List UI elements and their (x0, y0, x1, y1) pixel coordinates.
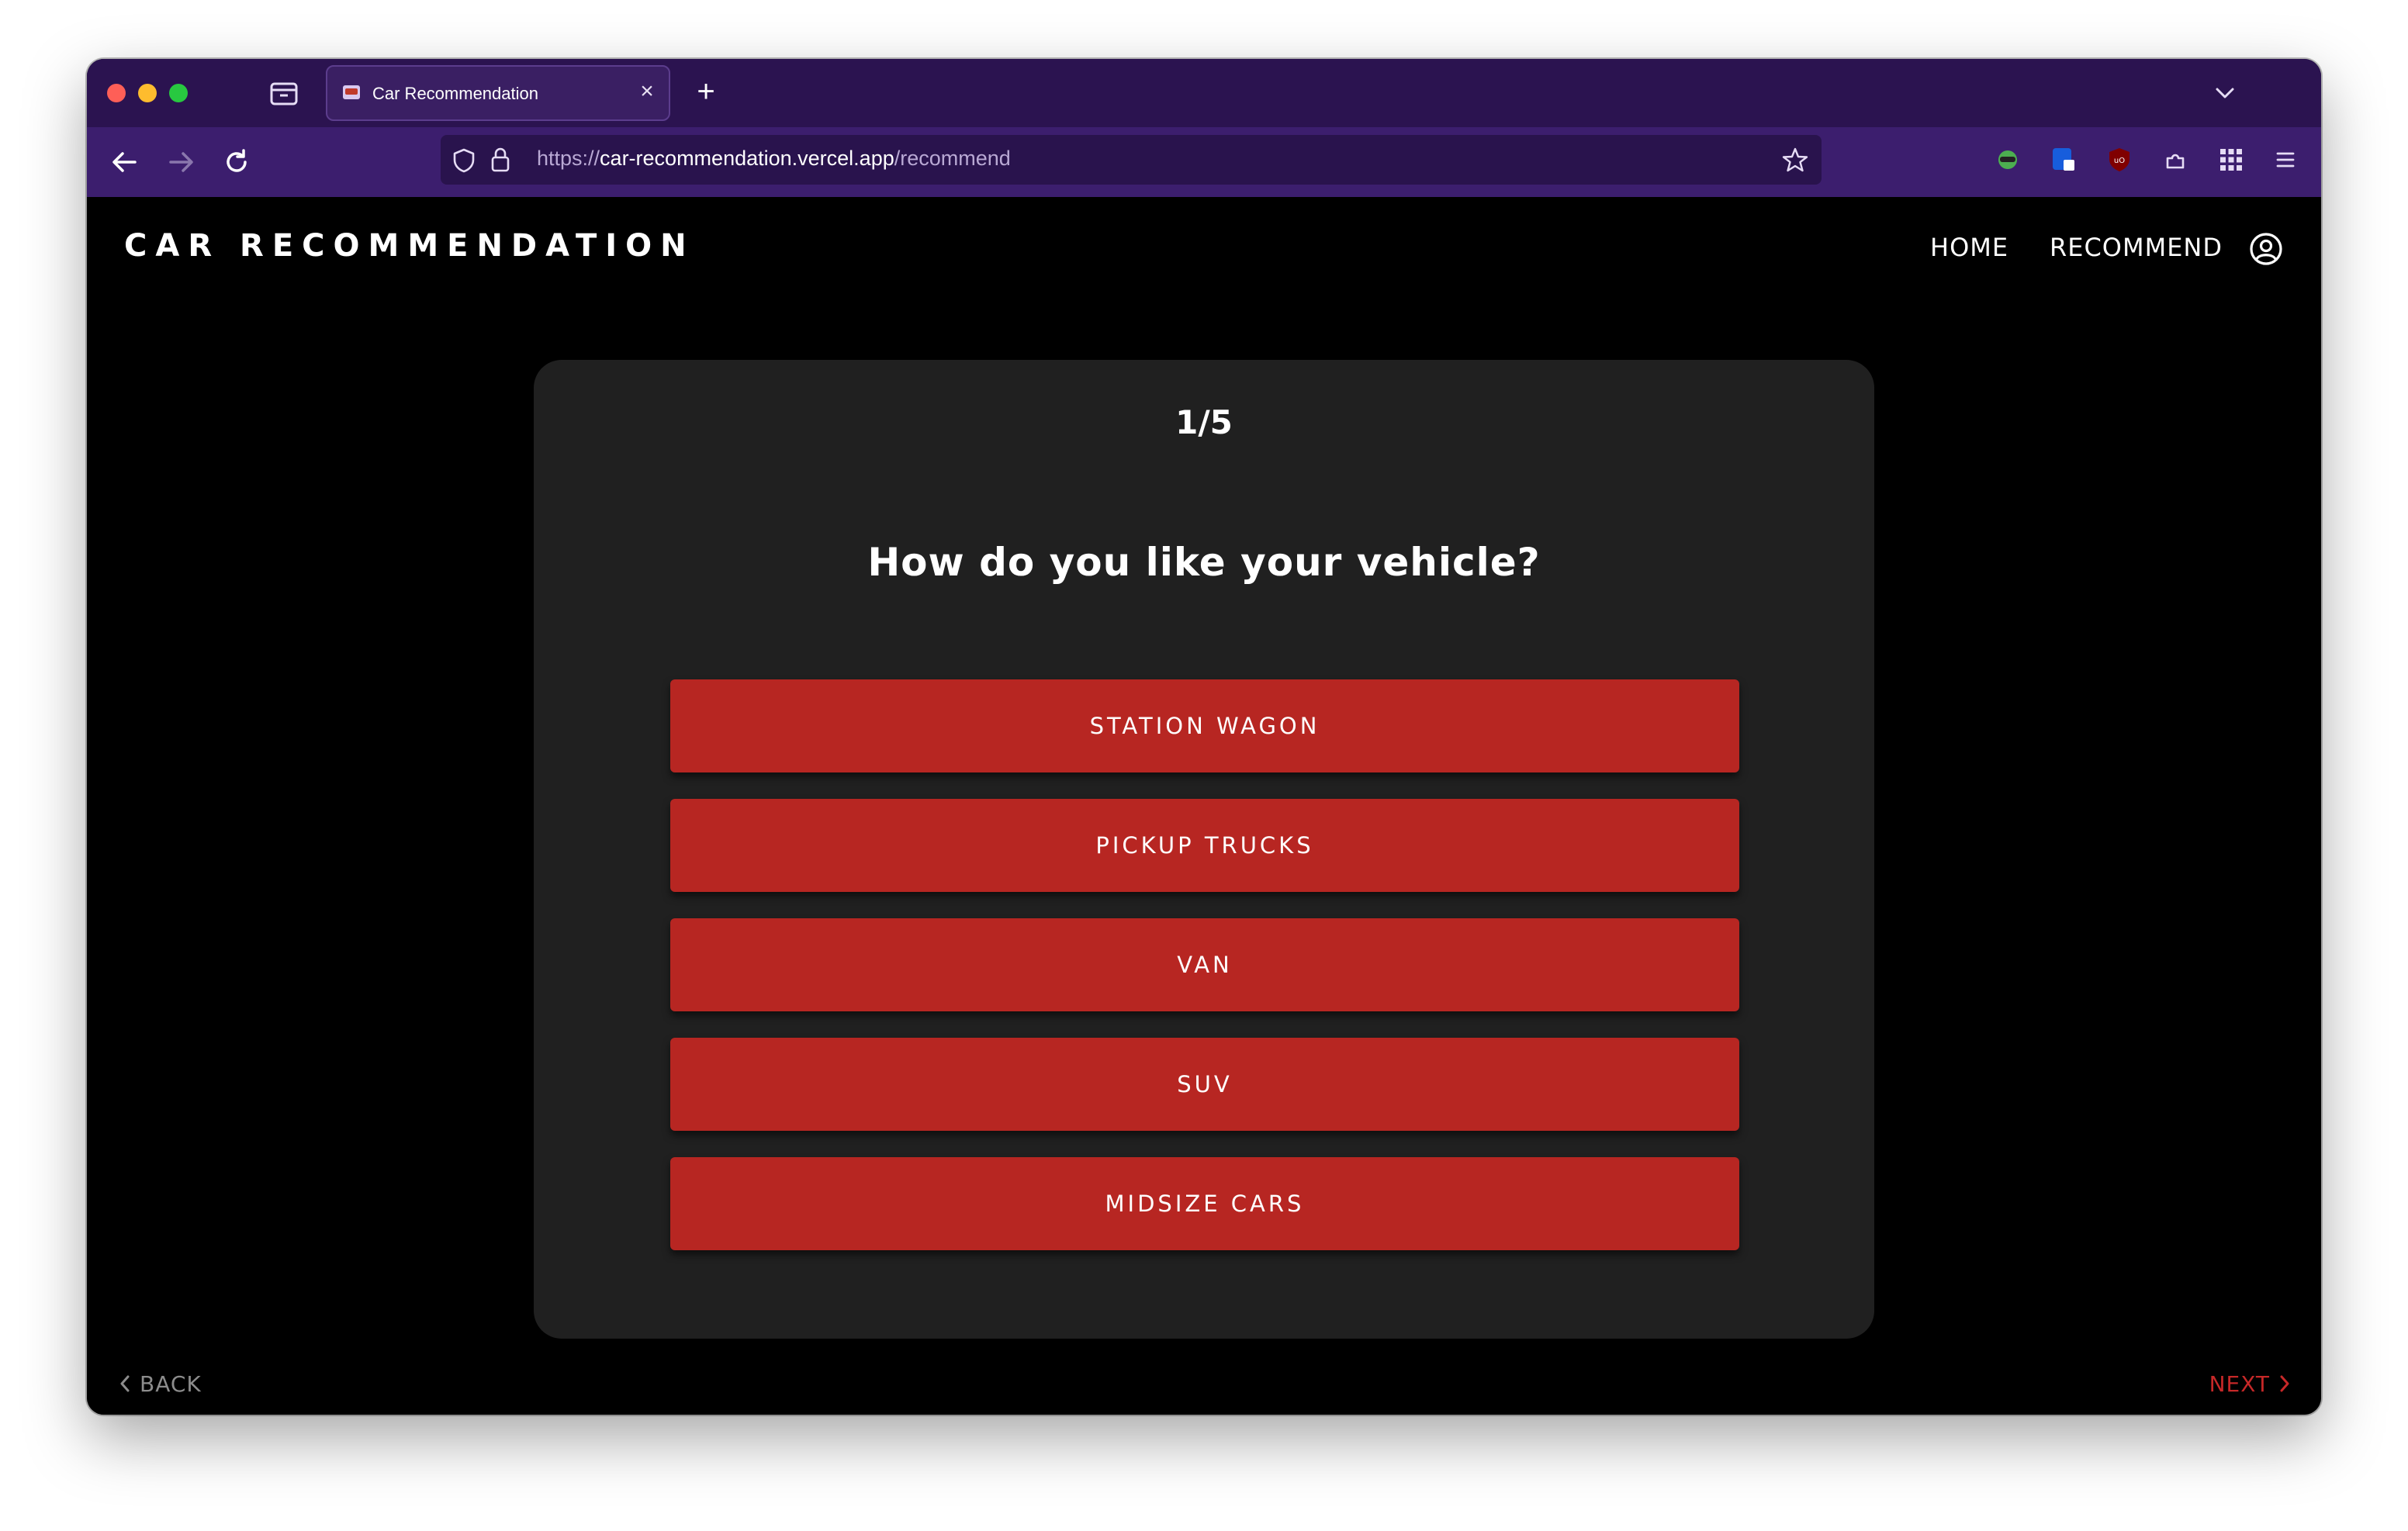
menu-icon[interactable] (2270, 144, 2301, 175)
step-counter: 1/5 (1175, 403, 1233, 441)
reload-icon[interactable] (219, 144, 254, 180)
chevron-right-icon (2280, 1375, 2289, 1392)
zoom-window-button[interactable] (169, 84, 188, 102)
puzzle-icon[interactable] (2160, 144, 2191, 175)
account-icon[interactable] (2248, 231, 2284, 267)
ublock-icon[interactable]: uO (2104, 144, 2135, 175)
forward-arrow-icon[interactable] (163, 144, 199, 180)
back-arrow-icon[interactable] (107, 144, 143, 180)
star-icon[interactable] (1781, 146, 1809, 174)
web-page: CAR RECOMMENDATION HOME RECOMMEND 1/5 Ho… (87, 197, 2321, 1415)
next-label: NEXT (2209, 1370, 2270, 1397)
url-scheme: https:// (537, 147, 600, 170)
option-van-button[interactable]: VAN (670, 918, 1739, 1011)
extension-icon[interactable] (1992, 144, 2023, 175)
address-bar[interactable]: https://car-recommendation.vercel.app/re… (441, 135, 1822, 185)
tab-strip: Car Recommendation × + (87, 59, 2321, 127)
nav-recommend-link[interactable]: RECOMMEND (2050, 233, 2223, 262)
lock-icon[interactable] (489, 146, 512, 174)
nav-home-link[interactable]: HOME (1930, 233, 2008, 262)
bitwarden-icon[interactable] (2048, 144, 2079, 175)
option-pickup-trucks-button[interactable]: PICKUP TRUCKS (670, 799, 1739, 892)
minimize-window-button[interactable] (138, 84, 157, 102)
tab-title: Car Recommendation (372, 84, 538, 103)
shield-icon[interactable] (452, 147, 476, 174)
quiz-card: 1/5 How do you like your vehicle? STATIO… (534, 360, 1874, 1339)
back-button[interactable]: BACK (118, 1368, 202, 1399)
close-window-button[interactable] (107, 84, 126, 102)
browser-window: Car Recommendation × + https://car-recom… (87, 59, 2321, 1415)
url-text: https://car-recommendation.vercel.app/re… (537, 147, 1011, 171)
option-suv-button[interactable]: SUV (670, 1038, 1739, 1131)
brand-logo[interactable]: CAR RECOMMENDATION (124, 228, 695, 264)
option-station-wagon-button[interactable]: STATION WAGON (670, 679, 1739, 772)
close-icon[interactable]: × (636, 80, 658, 103)
chevron-down-icon[interactable] (2209, 78, 2240, 109)
grid-icon[interactable] (2216, 144, 2247, 175)
car-favicon-icon (343, 85, 360, 99)
svg-text:uO: uO (2114, 157, 2125, 165)
question-heading: How do you like your vehicle? (867, 540, 1541, 585)
active-tab[interactable]: Car Recommendation × (326, 65, 670, 121)
plus-icon[interactable]: + (689, 74, 723, 109)
url-host: car-recommendation.vercel.app (600, 147, 894, 170)
chevron-left-icon (120, 1375, 130, 1392)
tab-overview-icon[interactable] (268, 79, 299, 107)
navigation-bar: https://car-recommendation.vercel.app/re… (87, 127, 2321, 197)
back-label: BACK (140, 1370, 202, 1397)
url-path: /recommend (894, 147, 1011, 170)
option-midsize-cars-button[interactable]: MIDSIZE CARS (670, 1157, 1739, 1250)
next-button[interactable]: NEXT (2209, 1368, 2292, 1399)
